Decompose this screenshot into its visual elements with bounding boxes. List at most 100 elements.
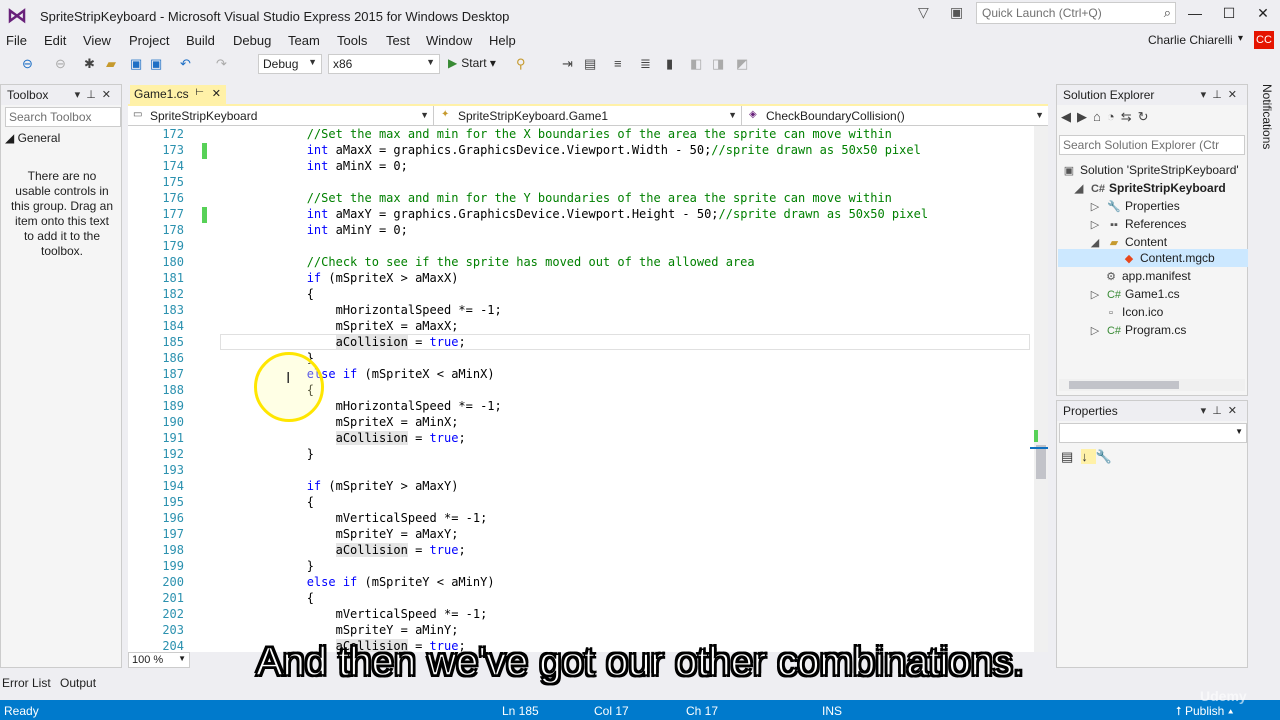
properties-toolbar[interactable]: ▤↓🔧: [1061, 449, 1120, 465]
properties-object-select[interactable]: ▼: [1059, 423, 1247, 443]
line-number: 182: [162, 287, 184, 301]
wrench-icon: 🔧: [1107, 201, 1121, 213]
menu-file[interactable]: File: [6, 33, 27, 48]
toolbox-empty-message: There are no usable controls in this gro…: [10, 169, 114, 258]
code-line: {: [220, 495, 314, 509]
feedback-icon[interactable]: ▣: [950, 4, 963, 21]
save-all-icon[interactable]: ▣: [150, 56, 162, 72]
manifest-icon: ⚙: [1106, 271, 1116, 283]
prev-bookmark-icon[interactable]: ◧: [690, 56, 702, 72]
publish-button[interactable]: ⭡ Publish ▴: [1176, 704, 1234, 719]
property-pages-icon[interactable]: 🔧: [1096, 449, 1120, 464]
find-icon[interactable]: ⚲: [516, 56, 526, 72]
menu-test[interactable]: Test: [386, 33, 410, 48]
quick-launch-input[interactable]: Quick Launch (Ctrl+Q) ⌕: [976, 2, 1176, 24]
tree-item-program-cs[interactable]: ▷ C# Program.cs: [1087, 321, 1187, 339]
menu-edit[interactable]: Edit: [44, 33, 66, 48]
pin-icon[interactable]: ⊢: [195, 87, 204, 98]
start-button[interactable]: ▶ Start ▾: [448, 56, 496, 70]
layout-icon[interactable]: ▤: [584, 56, 596, 72]
line-number: 195: [162, 495, 184, 509]
clear-bookmarks-icon[interactable]: ◩: [736, 56, 748, 72]
tree-item-solution[interactable]: ▣ Solution 'SpriteStripKeyboard': [1061, 161, 1239, 179]
references-icon: ▪▪: [1110, 219, 1118, 231]
panel-controls-icon[interactable]: ▾⊥✕: [75, 88, 117, 101]
notifications-tab[interactable]: Notifications: [1252, 84, 1274, 164]
menu-project[interactable]: Project: [129, 33, 169, 48]
back-icon[interactable]: ⊖: [22, 56, 33, 72]
save-icon[interactable]: ▣: [130, 56, 142, 72]
filter-icon[interactable]: ▽: [918, 4, 929, 21]
step-icon[interactable]: ⇥: [562, 56, 573, 72]
menu-help[interactable]: Help: [489, 33, 516, 48]
tree-item-content-mgcb[interactable]: ◆ Content.mgcb: [1121, 249, 1215, 267]
chevron-down-icon[interactable]: ▾: [1238, 33, 1243, 44]
categorized-icon[interactable]: ▤: [1061, 449, 1081, 464]
solution-explorer-toolbar[interactable]: ◀▶⌂◔⇆↻: [1061, 109, 1154, 125]
nav-project-select[interactable]: ▭ SpriteStripKeyboard ▼: [128, 106, 434, 126]
status-column: Col 17: [594, 704, 629, 718]
collapse-triangle-icon: ◢: [5, 131, 15, 145]
avatar[interactable]: CC: [1254, 31, 1274, 49]
platform-select[interactable]: x86 ▼: [328, 54, 440, 74]
platform-value: x86: [333, 57, 353, 71]
bookmark-icon[interactable]: ▮: [666, 56, 673, 72]
line-number: 177: [162, 207, 184, 221]
code-text[interactable]: //Set the max and min for the X boundari…: [220, 126, 1030, 652]
editor-vertical-scrollbar[interactable]: [1034, 126, 1048, 652]
chevron-down-icon: ▼: [1035, 110, 1044, 120]
redo-icon[interactable]: ↷: [216, 56, 227, 72]
tree-item-game1-cs[interactable]: ▷ C# Game1.cs: [1087, 285, 1180, 303]
collapsed-icon: ▷: [1090, 201, 1100, 213]
code-line: //Check to see if the sprite has moved o…: [306, 255, 755, 269]
menu-team[interactable]: Team: [288, 33, 320, 48]
chevron-down-icon: ▼: [420, 110, 429, 120]
code-line: aCollision = true;: [335, 335, 466, 349]
menu-tools[interactable]: Tools: [337, 33, 367, 48]
scrollbar-thumb[interactable]: [1069, 381, 1179, 389]
tree-item-icon-ico[interactable]: ▫ Icon.ico: [1103, 303, 1163, 321]
toolbox-search-input[interactable]: Search Toolbox: [5, 107, 121, 127]
scrollbar-thumb[interactable]: [1036, 445, 1046, 479]
line-number: 202: [162, 607, 184, 621]
code-line: if (mSpriteY > aMaxY): [306, 479, 459, 493]
minimize-button[interactable]: —: [1180, 4, 1210, 24]
tree-item-properties[interactable]: ▷ 🔧 Properties: [1087, 197, 1180, 215]
nav-member-select[interactable]: ◈ CheckBoundaryCollision() ▼: [744, 106, 1048, 126]
forward-icon[interactable]: ⊖: [55, 56, 66, 72]
menu-build[interactable]: Build: [186, 33, 215, 48]
solution-config-select[interactable]: Debug ▼: [258, 54, 322, 74]
status-line: Ln 185: [502, 704, 539, 718]
tree-item-label: Content: [1125, 235, 1168, 249]
solution-explorer-search-placeholder: Search Solution Explorer (Ctr: [1063, 138, 1220, 152]
panel-controls-icon[interactable]: ▾⊥✕: [1201, 88, 1243, 101]
indent-icon[interactable]: ≡: [614, 56, 622, 71]
alphabetical-icon[interactable]: ↓: [1081, 449, 1096, 464]
menu-window[interactable]: Window: [426, 33, 472, 48]
window-title: SpriteStripKeyboard - Microsoft Visual S…: [40, 9, 510, 24]
tab-game1-cs[interactable]: Game1.cs ⊢ ✕: [130, 85, 226, 105]
user-name[interactable]: Charlie Chiarelli: [1148, 33, 1233, 47]
publish-label: Publish: [1184, 704, 1225, 718]
status-bar: [0, 700, 1280, 720]
tree-item-app-manifest[interactable]: ⚙ app.manifest: [1103, 267, 1191, 285]
menu-view[interactable]: View: [83, 33, 111, 48]
menu-debug[interactable]: Debug: [233, 33, 271, 48]
close-icon[interactable]: ✕: [212, 87, 221, 100]
line-number: 180: [162, 255, 184, 269]
new-project-icon[interactable]: ✱: [84, 56, 95, 72]
undo-icon[interactable]: ↶: [180, 56, 191, 72]
nav-class-select[interactable]: ✦ SpriteStripKeyboard.Game1 ▼: [436, 106, 742, 126]
outdent-icon[interactable]: ≣: [640, 56, 651, 72]
close-button[interactable]: ✕: [1248, 4, 1278, 24]
properties-title: Properties: [1063, 404, 1118, 418]
panel-controls-icon[interactable]: ▾⊥✕: [1201, 404, 1243, 417]
toolbox-group-general[interactable]: ◢ General: [5, 131, 60, 145]
tree-item-project[interactable]: ◢ C# SpriteStripKeyboard: [1071, 179, 1226, 197]
next-bookmark-icon[interactable]: ◨: [712, 56, 724, 72]
tree-item-references[interactable]: ▷ ▪▪ References: [1087, 215, 1187, 233]
open-folder-icon[interactable]: ▰: [106, 56, 116, 72]
solution-explorer-search-input[interactable]: Search Solution Explorer (Ctr: [1059, 135, 1245, 155]
maximize-button[interactable]: ☐: [1214, 4, 1244, 24]
